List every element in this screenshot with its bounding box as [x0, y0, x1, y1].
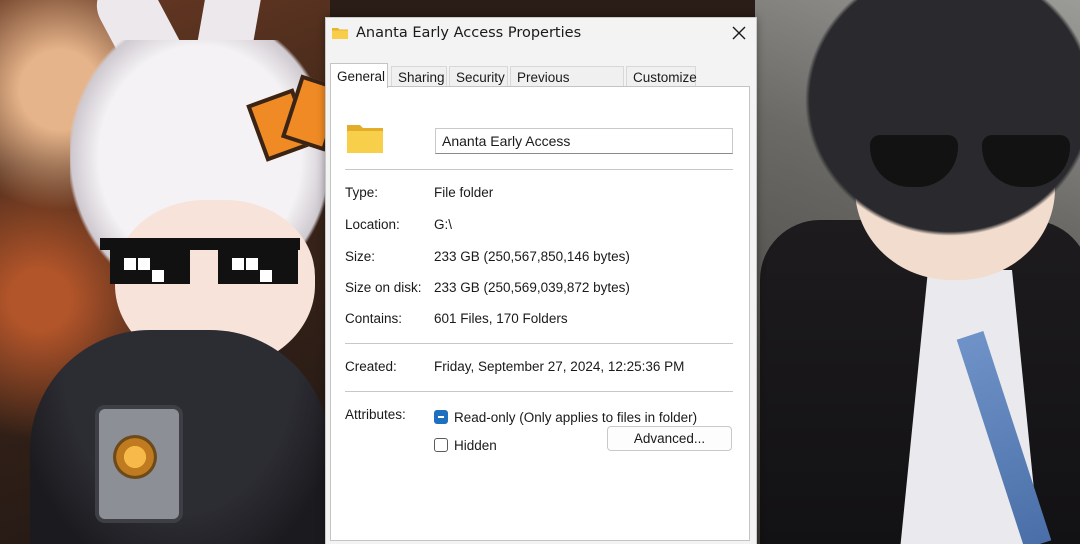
close-icon — [732, 26, 746, 43]
property-label: Contains: — [345, 311, 403, 326]
property-row-contains: Contains: 601 Files, 170 Folders — [345, 311, 745, 331]
property-row-size: Size: 233 GB (250,567,850,146 bytes) — [345, 249, 745, 269]
tab-customize[interactable]: Customize — [626, 66, 697, 87]
separator — [345, 391, 733, 392]
property-row-created: Created: Friday, September 27, 2024, 12:… — [345, 359, 745, 379]
folder-name-input[interactable] — [435, 128, 733, 154]
property-label: Size: — [345, 249, 376, 264]
hidden-checkbox-row[interactable]: Hidden — [434, 435, 497, 455]
property-label: Type: — [345, 185, 379, 200]
property-value: 233 GB (250,567,850,146 bytes) — [434, 249, 630, 264]
property-value: Friday, September 27, 2024, 12:25:36 PM — [434, 359, 685, 374]
property-value: File folder — [434, 185, 494, 200]
property-value: 233 GB (250,569,039,872 bytes) — [434, 280, 630, 295]
folder-icon — [332, 27, 348, 39]
properties-dialog: Ananta Early Access Properties General S… — [325, 17, 757, 544]
character-right-sunglasses — [870, 135, 1080, 195]
tab-previous-versions[interactable]: Previous Versions — [510, 66, 624, 106]
advanced-button[interactable]: Advanced... — [607, 426, 732, 451]
tab-strip: General Sharing Security Previous Versio… — [330, 63, 750, 106]
hidden-checkbox-label: Hidden — [454, 437, 497, 453]
title-bar[interactable]: Ananta Early Access Properties — [326, 18, 756, 52]
property-label: Created: — [345, 359, 397, 374]
screen: Ananta Early Access Properties General S… — [0, 0, 1080, 544]
pixel-sunglasses — [100, 238, 300, 286]
readonly-checkbox-label: Read-only (Only applies to files in fold… — [454, 409, 698, 425]
property-label: Size on disk: — [345, 280, 422, 295]
tab-sharing[interactable]: Sharing — [391, 66, 447, 87]
separator — [345, 343, 733, 344]
tab-general[interactable]: General — [330, 63, 388, 88]
property-row-location: Location: G:\ — [345, 217, 745, 237]
tab-security[interactable]: Security — [449, 66, 508, 87]
readonly-checkbox-row[interactable]: Read-only (Only applies to files in fold… — [434, 407, 697, 427]
folder-icon — [347, 123, 383, 153]
property-label: Location: — [345, 217, 400, 232]
hidden-checkbox[interactable] — [434, 438, 448, 452]
separator — [345, 169, 733, 170]
character-right-hair — [790, 0, 1080, 250]
general-tab-panel: Type: File folder Location: G:\ Size: 23… — [330, 86, 750, 541]
character-left-gadget — [95, 405, 183, 523]
property-row-type: Type: File folder — [345, 185, 745, 205]
property-value: G:\ — [434, 217, 453, 232]
readonly-checkbox[interactable] — [434, 410, 448, 424]
close-button[interactable] — [722, 18, 756, 50]
property-value: 601 Files, 170 Folders — [434, 311, 568, 326]
attributes-label: Attributes: — [345, 407, 406, 422]
window-title: Ananta Early Access Properties — [356, 25, 582, 41]
property-row-size-on-disk: Size on disk: 233 GB (250,569,039,872 by… — [345, 280, 745, 300]
